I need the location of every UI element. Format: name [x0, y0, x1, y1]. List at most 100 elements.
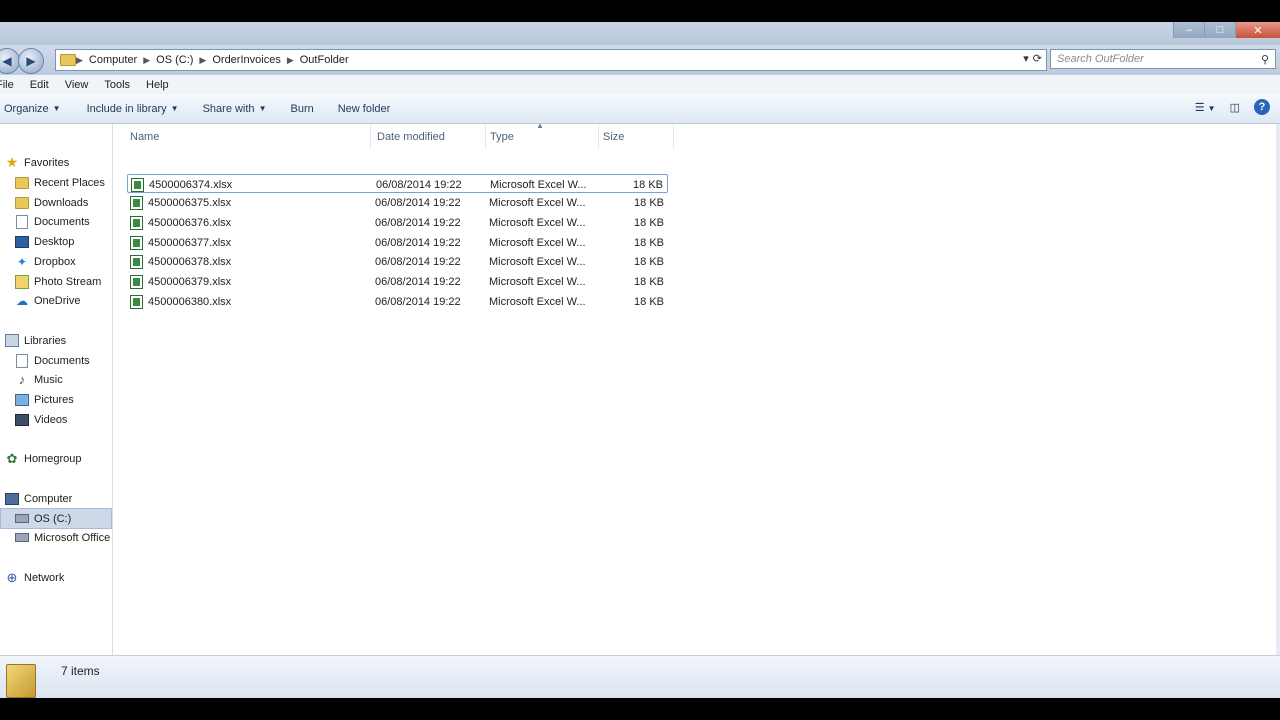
desktop-icon	[15, 235, 29, 249]
nav-videos[interactable]: Videos	[15, 410, 67, 429]
file-row[interactable]: 4500006379.xlsx 06/08/2014 19:22 Microsoft…	[127, 273, 668, 292]
file-type: Microsoft Excel W...	[490, 178, 587, 191]
nav-music[interactable]: ♪ Music	[15, 370, 63, 389]
excel-file-icon	[130, 275, 143, 289]
file-name: 4500006380.xlsx	[148, 295, 232, 308]
menu-help[interactable]: Help	[138, 79, 177, 91]
nav-label: Dropbox	[34, 255, 76, 268]
file-row[interactable]: 4500006377.xlsx 06/08/2014 19:22 Microsoft…	[127, 233, 668, 252]
nav-favorites[interactable]: ★ Favorites	[5, 153, 70, 172]
nav-label: OS (C:)	[34, 512, 72, 525]
column-header-name[interactable]: Name	[126, 124, 371, 149]
file-name: 4500006375.xlsx	[148, 197, 232, 210]
file-row[interactable]: 4500006378.xlsx 06/08/2014 19:22 Microsoft…	[127, 253, 668, 272]
preview-pane-button[interactable]: ◫	[1230, 101, 1240, 114]
menu-tools[interactable]: Tools	[96, 79, 138, 91]
address-bar[interactable]: ▶ Computer ▶ OS (C:) ▶ OrderInvoices ▶ O…	[55, 49, 1047, 71]
column-header-date-modified[interactable]: Date modified	[373, 124, 486, 149]
nav-libraries[interactable]: Libraries	[5, 331, 66, 350]
menu-edit[interactable]: Edit	[22, 79, 57, 91]
search-placeholder: Search OutFolder	[1057, 53, 1144, 65]
breadcrumb-separator-icon: ▶	[199, 54, 207, 65]
share-with-button[interactable]: Share with ▼	[195, 103, 275, 115]
nav-documents[interactable]: Documents	[15, 212, 90, 231]
file-row[interactable]: 4500006376.xlsx 06/08/2014 19:22 Microsoft…	[127, 213, 668, 232]
nav-network[interactable]: ⊕ Network	[5, 568, 65, 587]
nav-label: Music	[34, 373, 63, 386]
nav-onedrive[interactable]: ☁ OneDrive	[15, 291, 80, 310]
breadcrumb-separator-icon: ▶	[286, 54, 294, 65]
computer-icon	[5, 492, 19, 506]
breadcrumb-computer[interactable]: Computer	[83, 54, 143, 66]
excel-file-icon	[130, 294, 143, 309]
star-icon: ★	[5, 154, 19, 170]
nav-downloads[interactable]: Downloads	[15, 193, 88, 212]
maximize-button[interactable]: □	[1204, 22, 1235, 38]
column-header-size[interactable]: Size	[599, 124, 674, 149]
file-type: Microsoft Excel W...	[489, 236, 586, 249]
drive-icon	[15, 512, 29, 526]
title-bar: – □ ✕	[0, 22, 1280, 45]
nav-recent-places[interactable]: Recent Places	[15, 173, 105, 192]
nav-os-c[interactable]: OS (C:)	[0, 508, 112, 529]
view-options-button[interactable]: ☰ ▼	[1195, 101, 1216, 114]
nav-label: OneDrive	[34, 294, 81, 307]
file-row[interactable]: 4500006375.xlsx 06/08/2014 19:22 Microsoft…	[127, 194, 668, 213]
forward-button[interactable]: ▶	[18, 48, 44, 74]
chevron-down-icon: ▼	[170, 104, 179, 113]
organize-button[interactable]: Organize ▼	[0, 103, 69, 115]
minimize-button[interactable]: –	[1173, 22, 1204, 38]
nav-label: Documents	[34, 215, 90, 228]
breadcrumb-outfolder[interactable]: OutFolder	[294, 54, 355, 66]
music-note-icon: ♪	[18, 372, 26, 387]
breadcrumb-separator-icon: ▶	[76, 54, 83, 65]
nav-label: Documents	[34, 354, 90, 367]
file-date: 06/08/2014 19:22	[375, 256, 461, 269]
document-icon	[15, 214, 29, 229]
nav-desktop[interactable]: Desktop	[15, 232, 74, 251]
nav-pictures[interactable]: Pictures	[15, 390, 74, 409]
nav-homegroup[interactable]: ✿ Homegroup	[5, 449, 82, 468]
menu-file[interactable]: File	[0, 79, 22, 91]
menu-view[interactable]: View	[57, 79, 97, 91]
nav-label: Desktop	[34, 235, 75, 248]
downloads-icon	[15, 196, 29, 210]
help-icon[interactable]: ?	[1254, 99, 1270, 115]
file-row[interactable]: 4500006374.xlsx 06/08/2014 19:22 Microsoft…	[127, 174, 668, 193]
nav-label: Favorites	[24, 156, 70, 169]
refresh-icon[interactable]: ⟳	[1033, 52, 1042, 65]
file-name-cell: 4500006380.xlsx	[130, 292, 231, 311]
nav-label: Pictures	[34, 393, 74, 406]
chevron-down-icon[interactable]: ▾	[1023, 52, 1029, 65]
close-button[interactable]: ✕	[1235, 22, 1280, 38]
file-size: 18 KB	[634, 276, 664, 288]
breadcrumb-orderinvoices[interactable]: OrderInvoices	[206, 54, 286, 66]
forward-arrow-icon: ▶	[26, 54, 36, 68]
nav-computer[interactable]: Computer	[5, 489, 72, 508]
file-name-cell: 4500006377.xlsx	[130, 233, 231, 252]
file-date: 06/08/2014 19:22	[375, 295, 461, 308]
organize-label: Organize	[4, 102, 49, 115]
nav-photo-stream[interactable]: Photo Stream	[15, 272, 101, 291]
search-icon: ⚲	[1260, 53, 1269, 66]
nav-microsoft-office[interactable]: Microsoft Office	[15, 528, 110, 547]
address-row: ◀ ▶ ▶ Computer ▶ OS (C:) ▶ OrderInvoices…	[0, 45, 1280, 75]
file-size: 18 KB	[633, 178, 663, 191]
nav-dropbox[interactable]: ✦ Dropbox	[15, 252, 76, 271]
file-size: 18 KB	[634, 197, 664, 210]
file-type: Microsoft Excel W...	[489, 216, 586, 229]
search-input[interactable]: Search OutFolder ⚲	[1050, 49, 1276, 69]
chevron-down-icon: ▼	[52, 104, 61, 113]
file-size: 18 KB	[634, 216, 664, 229]
library-icon	[5, 334, 19, 348]
breadcrumb-separator-icon: ▶	[143, 54, 151, 65]
include-in-library-button[interactable]: Include in library ▼	[79, 103, 187, 115]
file-row[interactable]: 4500006380.xlsx 06/08/2014 19:22 Microsoft…	[127, 292, 668, 311]
burn-button[interactable]: Burn	[282, 103, 321, 115]
vertical-scrollbar[interactable]	[1276, 124, 1280, 655]
new-folder-button[interactable]: New folder	[330, 103, 399, 115]
nav-library-documents[interactable]: Documents	[15, 351, 90, 370]
file-name-cell: 4500006376.xlsx	[130, 213, 231, 232]
back-button[interactable]: ◀	[0, 48, 20, 74]
breadcrumb-os-c[interactable]: OS (C:)	[150, 54, 199, 66]
